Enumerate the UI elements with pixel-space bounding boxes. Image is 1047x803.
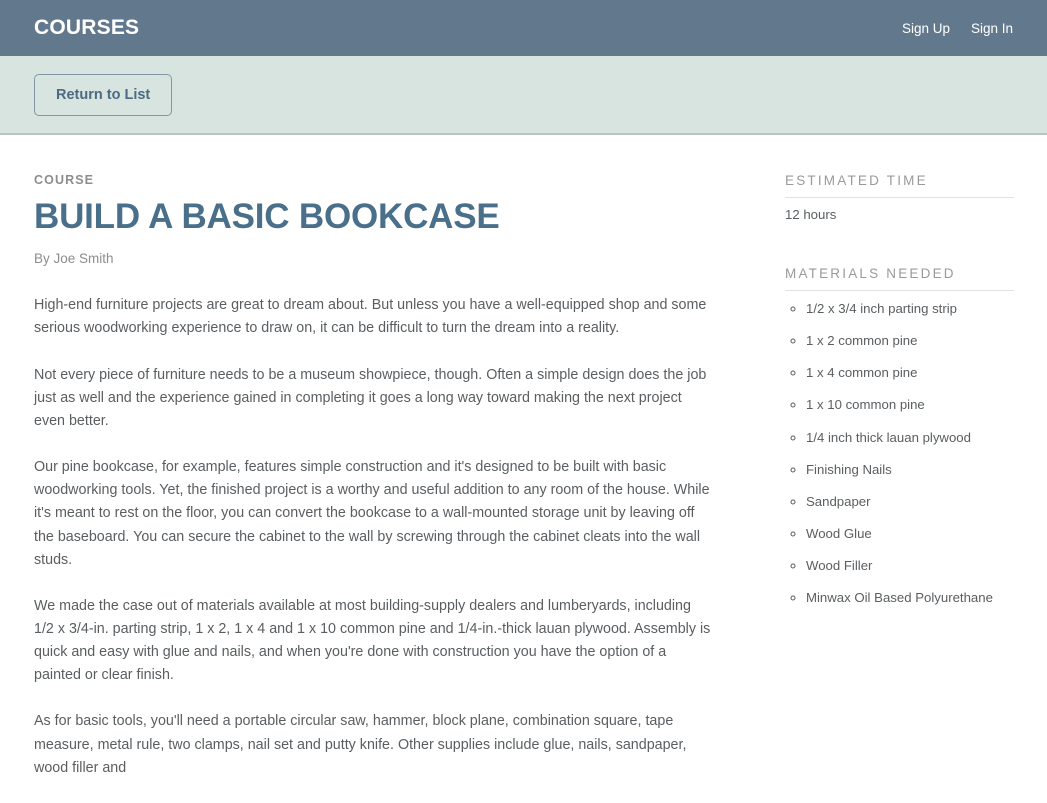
list-item: 1/2 x 3/4 inch parting strip bbox=[806, 300, 1014, 317]
top-navbar: COURSES Sign Up Sign In bbox=[0, 0, 1047, 56]
list-item: Finishing Nails bbox=[806, 461, 1014, 478]
article-body: High-end furniture projects are great to… bbox=[34, 294, 714, 780]
nav-link-sign-in[interactable]: Sign In bbox=[971, 21, 1013, 36]
list-item: Sandpaper bbox=[806, 493, 1014, 510]
brand-logo[interactable]: COURSES bbox=[34, 16, 139, 40]
article-paragraph: High-end furniture projects are great to… bbox=[34, 297, 707, 337]
estimated-time-heading: ESTIMATED TIME bbox=[785, 173, 1014, 198]
course-eyebrow-label: COURSE bbox=[34, 173, 95, 187]
list-item: 1 x 4 common pine bbox=[806, 364, 1014, 381]
estimated-time-value: 12 hours bbox=[785, 207, 837, 222]
article-paragraph: We made the case out of materials availa… bbox=[34, 597, 711, 684]
article-paragraph: As for basic tools, you'll need a portab… bbox=[34, 713, 687, 776]
page-title: BUILD A BASIC BOOKCASE bbox=[34, 197, 500, 236]
article-paragraph: Not every piece of furniture needs to be… bbox=[34, 366, 707, 429]
list-item: 1 x 2 common pine bbox=[806, 332, 1014, 349]
article-column: COURSE BUILD A BASIC BOOKCASE By Joe Smi… bbox=[34, 135, 714, 803]
return-to-list-button[interactable]: Return to List bbox=[34, 73, 173, 116]
list-item: 1 x 10 common pine bbox=[806, 396, 1014, 413]
sidebar-column: ESTIMATED TIME 12 hours MATERIALS NEEDED… bbox=[714, 135, 1014, 803]
list-item: Wood Filler bbox=[806, 557, 1014, 574]
author-byline: By Joe Smith bbox=[34, 251, 114, 267]
list-item: Minwax Oil Based Polyurethane bbox=[806, 589, 1014, 606]
list-item: 1/4 inch thick lauan plywood bbox=[806, 429, 1014, 446]
subheader-bar: Return to List bbox=[0, 56, 1047, 135]
materials-list: 1/2 x 3/4 inch parting strip 1 x 2 commo… bbox=[785, 300, 1014, 607]
list-item: Wood Glue bbox=[806, 525, 1014, 542]
nav-links: Sign Up Sign In bbox=[902, 21, 1013, 36]
materials-needed-heading: MATERIALS NEEDED bbox=[785, 266, 1014, 291]
article-paragraph: Our pine bookcase, for example, features… bbox=[34, 459, 710, 568]
nav-link-sign-up[interactable]: Sign Up bbox=[902, 21, 950, 36]
page-body: COURSE BUILD A BASIC BOOKCASE By Joe Smi… bbox=[0, 135, 1047, 803]
